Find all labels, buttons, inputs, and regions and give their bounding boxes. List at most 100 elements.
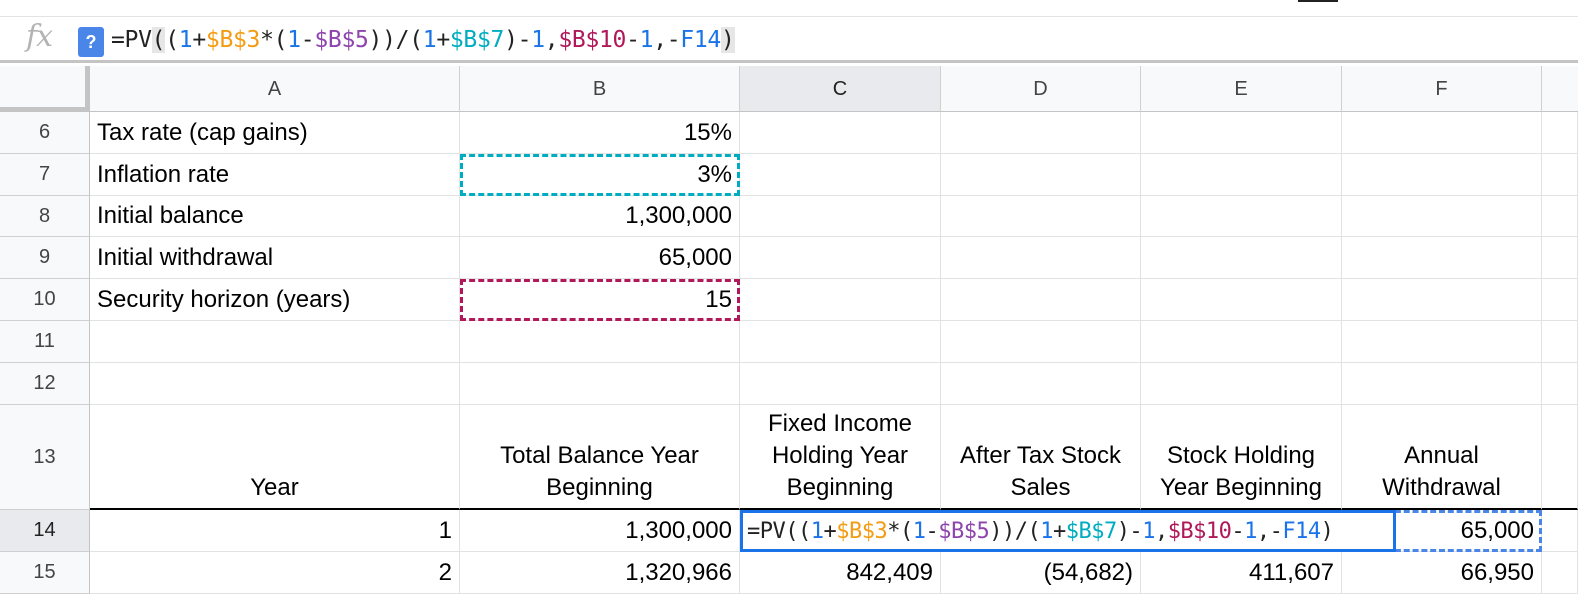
cell-d15[interactable]: (54,682) [941, 552, 1141, 594]
cell-g11[interactable] [1542, 321, 1578, 363]
row-header-10[interactable]: 10 [0, 279, 90, 321]
cell-c14-editor[interactable]: =PV((1 + $B$3 *(1- $B$5))/(1 + $B$7)- 1, $B$10-1… [740, 510, 1396, 552]
cell-c11[interactable] [740, 321, 941, 363]
cell-f8[interactable] [1342, 196, 1542, 237]
cell-c13[interactable]: Fixed Income Holding Year Beginning [740, 405, 941, 510]
cell-f9[interactable] [1342, 237, 1542, 279]
cell-a6[interactable]: Tax rate (cap gains) [90, 112, 460, 154]
cell-d12[interactable] [941, 363, 1141, 405]
row-header-6[interactable]: 6 [0, 112, 90, 154]
cell-b10[interactable]: 15 [460, 279, 740, 321]
cell-a10[interactable]: Security horizon (years) [90, 279, 460, 321]
row-header-7[interactable]: 7 [0, 154, 90, 196]
cell-a9[interactable]: Initial withdrawal [90, 237, 460, 279]
cell-b15[interactable]: 1,320,966 [460, 552, 740, 594]
cell-g13[interactable] [1542, 405, 1578, 510]
cell-g15[interactable] [1542, 552, 1578, 594]
formula-token: F14 [1282, 518, 1321, 544]
cell-g12[interactable] [1542, 363, 1578, 405]
row-header-12[interactable]: 12 [0, 363, 90, 405]
cell-c9[interactable] [740, 237, 941, 279]
cell-b7[interactable]: 3% [460, 154, 740, 196]
formula-token: $B$7 [1065, 518, 1117, 544]
cell-b14[interactable]: 1,300,000 [460, 510, 740, 552]
formula-token: =PV [111, 27, 152, 53]
cell-e8[interactable] [1141, 196, 1342, 237]
formula-token: + [1052, 518, 1066, 544]
formula-help-button[interactable]: ? [78, 27, 104, 57]
cell-g8[interactable] [1542, 196, 1578, 237]
cell-d11[interactable] [941, 321, 1141, 363]
formula-token: , [544, 27, 559, 53]
column-header-g[interactable] [1542, 66, 1578, 112]
cell-e15[interactable]: 411,607 [1141, 552, 1342, 594]
cell-e13[interactable]: Stock Holding Year Beginning [1141, 405, 1342, 510]
row-header-9[interactable]: 9 [0, 237, 90, 279]
column-header-e[interactable]: E [1141, 66, 1342, 112]
cell-a14[interactable]: 1 [90, 510, 460, 552]
cell-f7[interactable] [1342, 154, 1542, 196]
cell-a15[interactable]: 2 [90, 552, 460, 594]
cell-d8[interactable] [941, 196, 1141, 237]
column-header-c[interactable]: C [740, 66, 941, 112]
cell-g10[interactable] [1542, 279, 1578, 321]
cell-g7[interactable] [1542, 154, 1578, 196]
formula-token: ( [785, 518, 798, 544]
cell-d13[interactable]: After Tax Stock Sales [941, 405, 1141, 510]
cell-b9[interactable]: 65,000 [460, 237, 740, 279]
cell-g6[interactable] [1542, 112, 1578, 154]
cell-g14[interactable] [1542, 510, 1578, 552]
cell-c15[interactable]: 842,409 [740, 552, 941, 594]
row-header-14[interactable]: 14 [0, 510, 90, 552]
cell-b6[interactable]: 15% [460, 112, 740, 154]
formula-token: 1 [1244, 518, 1257, 544]
cell-a11[interactable] [90, 321, 460, 363]
cell-a7[interactable]: Inflation rate [90, 154, 460, 196]
formula-token: 1 [178, 27, 193, 53]
cell-g9[interactable] [1542, 237, 1578, 279]
cell-e9[interactable] [1141, 237, 1342, 279]
row-header-15[interactable]: 15 [0, 552, 90, 594]
cell-e10[interactable] [1141, 279, 1342, 321]
formula-token: + [823, 518, 837, 544]
cell-a8[interactable]: Initial balance [90, 196, 460, 237]
row-header-13[interactable]: 13 [0, 405, 90, 510]
cell-c8[interactable] [740, 196, 941, 237]
cell-d10[interactable] [941, 279, 1141, 321]
cell-f6[interactable] [1342, 112, 1542, 154]
column-header-a[interactable]: A [90, 66, 460, 112]
cell-e7[interactable] [1141, 154, 1342, 196]
cell-b12[interactable] [460, 363, 740, 405]
formula-token: $B$10 [1167, 518, 1232, 544]
cell-e6[interactable] [1141, 112, 1342, 154]
formula-input[interactable]: =PV((1+$B$3*(1-$B$5))/(1+$B$7)-1,$B$10-1… [111, 25, 735, 55]
column-header-d[interactable]: D [941, 66, 1141, 112]
row-header-8[interactable]: 8 [0, 196, 90, 237]
cell-c10[interactable] [740, 279, 941, 321]
cell-d7[interactable] [941, 154, 1141, 196]
cell-a13[interactable]: Year [90, 405, 460, 510]
cell-f13[interactable]: Annual Withdrawal [1342, 405, 1542, 510]
cell-c6[interactable] [740, 112, 941, 154]
select-all-corner[interactable] [0, 66, 90, 112]
cell-b8[interactable]: 1,300,000 [460, 196, 740, 237]
cell-f15[interactable]: 66,950 [1342, 552, 1542, 594]
row-header-11[interactable]: 11 [0, 321, 90, 363]
cell-f11[interactable] [1342, 321, 1542, 363]
cell-f12[interactable] [1342, 363, 1542, 405]
formula-token: ) [1320, 518, 1334, 544]
cell-c12[interactable] [740, 363, 941, 405]
cell-e11[interactable] [1141, 321, 1342, 363]
cell-e12[interactable] [1141, 363, 1342, 405]
cell-b11[interactable] [460, 321, 740, 363]
formula-token: )- [1116, 518, 1143, 544]
column-header-b[interactable]: B [460, 66, 740, 112]
cell-b13[interactable]: Total Balance Year Beginning [460, 405, 740, 510]
cell-d9[interactable] [941, 237, 1141, 279]
formula-token: $B$5 [938, 518, 990, 544]
cell-c7[interactable] [740, 154, 941, 196]
cell-d6[interactable] [941, 112, 1141, 154]
cell-f10[interactable] [1342, 279, 1542, 321]
cell-a12[interactable] [90, 363, 460, 405]
column-header-f[interactable]: F [1342, 66, 1542, 112]
